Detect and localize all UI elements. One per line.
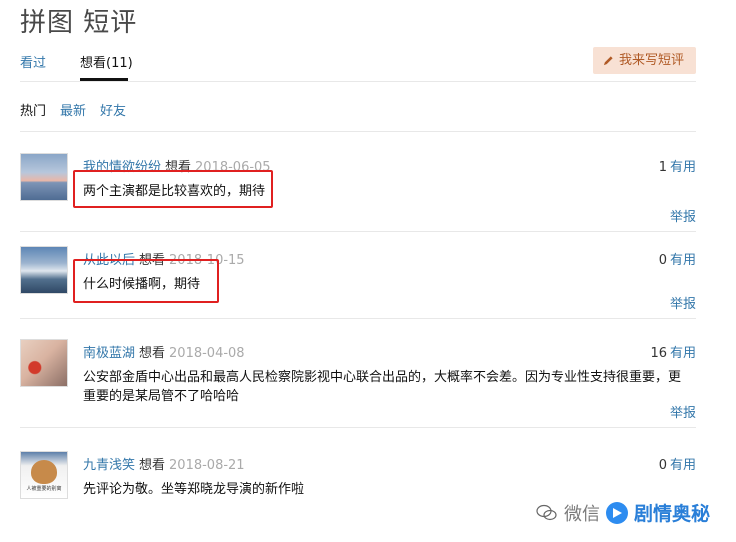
report-link[interactable]: 举报 <box>670 206 696 225</box>
active-tab-indicator <box>80 78 128 81</box>
watermark-wechat-text: 微信 <box>563 503 600 525</box>
filter-hot[interactable]: 热门 <box>20 100 46 119</box>
vote-number: 0 <box>658 253 667 268</box>
review-username[interactable]: 九青浅笑 <box>83 458 135 473</box>
avatar[interactable] <box>20 339 68 387</box>
useful-button[interactable]: 有用 <box>670 253 696 268</box>
wechat-icon <box>536 504 557 520</box>
report-link[interactable]: 举报 <box>670 402 696 421</box>
watermark: 微信 剧情奥秘 <box>536 499 710 526</box>
vote-number: 0 <box>658 458 667 473</box>
report-link[interactable]: 举报 <box>670 293 696 312</box>
vote-count: 0 有用 <box>659 249 696 268</box>
vote-count: 1 有用 <box>659 156 696 175</box>
write-review-button[interactable]: 我来写短评 <box>592 47 696 74</box>
review-status: 想看 <box>139 458 166 473</box>
vote-count: 0 有用 <box>659 454 696 473</box>
play-logo-icon <box>605 501 628 524</box>
avatar-illustration <box>31 460 57 484</box>
highlight-box <box>73 259 219 303</box>
tab-want-to-watch[interactable]: 想看(11) <box>80 52 133 71</box>
useful-button[interactable]: 有用 <box>670 346 696 361</box>
avatar[interactable]: 人被重要的别离 <box>20 451 68 499</box>
filter-friends[interactable]: 好友 <box>100 100 126 119</box>
vote-number: 16 <box>650 346 667 361</box>
filter-latest[interactable]: 最新 <box>60 100 86 119</box>
highlight-box <box>73 170 273 208</box>
review-date: 2018-08-21 <box>169 458 245 473</box>
tab-watched[interactable]: 看过 <box>20 52 46 71</box>
tab-bar: 看过 想看(11) 我来写短评 <box>20 47 696 82</box>
avatar[interactable] <box>20 246 68 294</box>
avatar[interactable] <box>20 153 68 201</box>
sort-filters: 热门 最新 好友 <box>20 100 696 132</box>
page-title: 拼图 短评 <box>20 8 138 38</box>
avatar-caption: 人被重要的别离 <box>26 486 62 492</box>
write-review-label: 我来写短评 <box>618 53 684 68</box>
vote-count: 16 有用 <box>650 342 696 361</box>
review-content: 先评论为敬。坐等郑晓龙导演的新作啦 <box>83 482 305 497</box>
review-item: 南极蓝湖 想看 2018-04-08 16 有用 公安部金盾中心出品和最高人民检察院影… <box>20 330 696 428</box>
vote-number: 1 <box>658 160 667 175</box>
review-meta: 南极蓝湖 想看 2018-04-08 <box>83 342 245 361</box>
review-content: 公安部金盾中心出品和最高人民检察院影视中心联合出品的，大概率不会差。因为专业性支… <box>83 370 682 404</box>
review-meta: 九青浅笑 想看 2018-08-21 <box>83 454 245 473</box>
watermark-brand: 剧情奥秘 <box>633 503 710 525</box>
review-status: 想看 <box>139 346 166 361</box>
review-date: 2018-04-08 <box>169 346 245 361</box>
useful-button[interactable]: 有用 <box>670 458 696 473</box>
pencil-icon <box>603 56 613 66</box>
useful-button[interactable]: 有用 <box>670 160 696 175</box>
review-username[interactable]: 南极蓝湖 <box>83 346 135 361</box>
